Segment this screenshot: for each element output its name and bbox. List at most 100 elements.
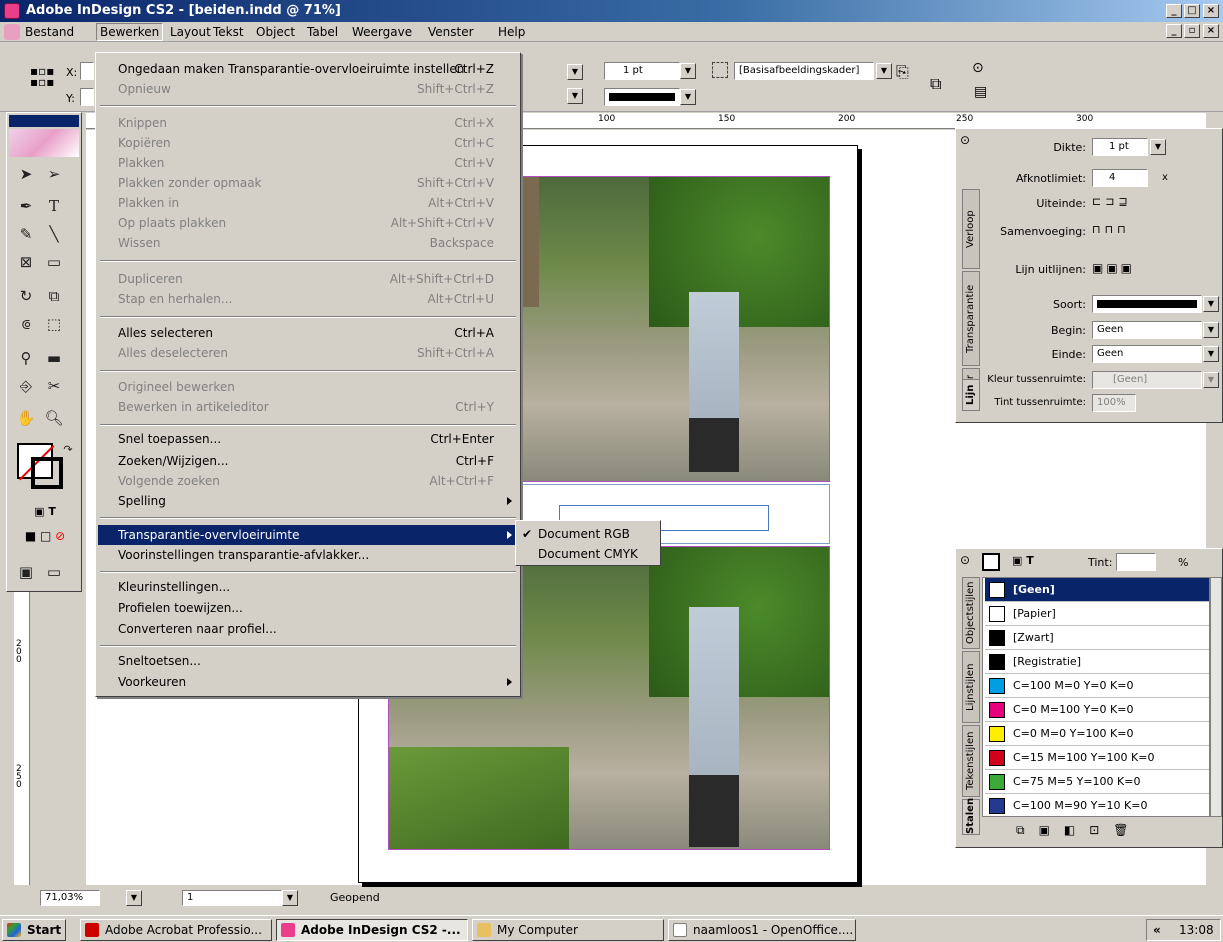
stroke-weight-dropdown[interactable]: ▼ [680,63,696,79]
soort-dropdown[interactable]: ▼ [1203,296,1219,312]
begin-dropdown[interactable]: ▼ [1203,322,1219,338]
menu-item-convert-to-profile[interactable]: Converteren naar profiel... [98,619,518,639]
scissors-tool-icon[interactable]: ✂ [43,375,65,397]
page-field[interactable]: 1 [182,890,282,906]
swatch-row[interactable]: C=15 M=100 Y=100 K=0 [985,746,1209,770]
tab-stalen[interactable]: Stalen [962,798,980,835]
rotate-tool-icon[interactable]: ↻ [15,285,37,307]
stroke-type-field[interactable] [604,88,680,106]
normal-view-mode-icon[interactable]: ▣ [15,561,37,583]
menu-item-paste[interactable]: Plakken Ctrl+V [98,153,518,173]
menu-weergave[interactable]: Weergave [349,25,415,39]
menu-tabel[interactable]: Tabel [304,25,341,39]
preview-mode-icon[interactable]: ▭ [43,561,65,583]
rectangle-frame-tool-icon[interactable]: ⊠ [15,251,37,273]
panel-menu-icon[interactable]: ⊙ [960,553,970,567]
menu-item-edit-original[interactable]: Origineel bewerken [98,377,518,397]
afknot-field[interactable]: 4 [1092,169,1148,187]
shear-tool-icon[interactable]: ⟃ [15,313,37,335]
swatch-row[interactable]: C=0 M=0 Y=100 K=0 [985,722,1209,746]
menu-item-step-and-repeat[interactable]: Stap en herhalen... Alt+Ctrl+U [98,289,518,309]
pen-tool-icon[interactable]: ✒ [15,195,37,217]
swatch-panel-buttons[interactable]: ⧉▣◧⊡🗑︎ [1016,823,1206,841]
panel-menu-icon[interactable]: ⊙ [972,60,984,76]
gradient-tool-icon[interactable]: ▬ [43,347,65,369]
menu-item-keyboard-shortcuts[interactable]: Sneltoetsen... [98,651,518,671]
direct-selection-tool-icon[interactable]: ➢ [43,163,65,185]
swatch-row[interactable]: [Geen] [985,578,1209,602]
menu-item-find-next[interactable]: Volgende zoeken Alt+Ctrl+F [98,471,518,491]
object-style-dropdown[interactable]: ▼ [876,63,892,79]
menu-item-paste-into[interactable]: Plakken in Alt+Ctrl+V [98,193,518,213]
reference-point-icon[interactable]: ▪▫▪ ▪▫▪ [30,65,54,88]
zoom-dropdown[interactable]: ▼ [126,890,142,906]
stroke-weight-field[interactable]: 1 pt [604,62,680,80]
swatch-row[interactable]: [Registratie] [985,650,1209,674]
menu-item-transparency-blend-space[interactable]: Transparantie-overvloeiruimte [98,525,518,545]
einde-field[interactable]: Geen [1092,345,1202,363]
tab-transparantie[interactable]: Transparantie [962,271,980,366]
menu-item-quick-apply[interactable]: Snel toepassen... Ctrl+Enter [98,429,518,449]
menu-item-paste-without-formatting[interactable]: Plakken zonder opmaak Shift+Ctrl+V [98,173,518,193]
object-style-field[interactable]: [Basisafbeeldingskader] [734,62,874,80]
menu-item-flattener-presets[interactable]: Voorinstellingen transparantie-afvlakker… [98,545,518,565]
stroke-swatch[interactable] [31,457,63,489]
swatch-row[interactable]: C=100 M=90 Y=10 K=0 [985,794,1209,816]
menu-item-clear[interactable]: Wissen Backspace [98,233,518,253]
zoom-tool-icon[interactable]: 🔍︎ [43,407,65,429]
tab-tekenstijlen[interactable]: Tekenstijlen [962,725,980,797]
line-tool-icon[interactable]: ╲ [43,223,65,245]
taskbar-item-indesign[interactable]: Adobe InDesign CS2 -... [276,919,468,941]
tint-tussenruimte-field[interactable]: 100% [1092,394,1136,412]
doc-close-button[interactable]: × [1203,24,1219,38]
eyedropper-tool-icon[interactable]: ⚲ [15,347,37,369]
title-bar[interactable]: Adobe InDesign CS2 - [beiden.indd @ 71%]… [0,0,1223,22]
minimize-button[interactable]: _ [1166,4,1182,18]
apply-none-icon[interactable]: ⊘ [55,529,65,543]
zoom-field[interactable]: 71,03% [40,890,100,906]
tint-field[interactable] [1116,553,1156,571]
free-transform-tool-icon[interactable]: ⬚ [43,313,65,335]
type-tool-icon[interactable]: T [43,195,65,217]
fitting-icon[interactable]: ⧉ [930,74,941,94]
menu-item-select-all[interactable]: Alles selecteren Ctrl+A [98,323,518,343]
page-dropdown[interactable]: ▼ [282,890,298,906]
submenu-item-document-cmyk[interactable]: Document CMYK [518,544,658,564]
menu-bestand[interactable]: Bestand [22,25,77,39]
swatch-scrollbar[interactable] [1210,577,1222,817]
dropdown-arrow[interactable]: ▼ [567,64,583,80]
taskbar-item-my-computer[interactable]: My Computer [472,919,664,941]
selection-tool-icon[interactable]: ➤ [15,163,37,185]
swatch-row[interactable]: [Papier] [985,602,1209,626]
swatch-row[interactable]: C=0 M=100 Y=0 K=0 [985,698,1209,722]
start-button[interactable]: Start [2,919,66,941]
swatch-row[interactable]: C=75 M=5 Y=100 K=0 [985,770,1209,794]
maximize-button[interactable]: □ [1184,4,1200,18]
menu-item-redo[interactable]: Opnieuw Shift+Ctrl+Z [98,79,518,99]
menu-item-deselect-all[interactable]: Alles deselecteren Shift+Ctrl+A [98,343,518,363]
panel-menu-icon[interactable]: ⊙ [960,133,970,147]
swatch-row[interactable]: [Zwart] [985,626,1209,650]
menu-bewerken[interactable]: Bewerken [96,23,164,41]
kleur-tussenruimte-dropdown[interactable]: ▼ [1203,372,1219,388]
x-field[interactable] [80,62,94,80]
button-tool-icon[interactable]: ⎆ [15,375,37,397]
join-buttons[interactable]: ⊓⊓⊓ [1092,223,1130,236]
menu-item-cut[interactable]: Knippen Ctrl+X [98,113,518,133]
adobe-logo-icon[interactable] [9,129,79,157]
notes-icon[interactable]: ▤ [974,84,987,100]
begin-field[interactable]: Geen [1092,321,1202,339]
menu-venster[interactable]: Venster [425,25,477,39]
menu-item-find-change[interactable]: Zoeken/Wijzigen... Ctrl+F [98,451,518,471]
toolbox-titlebar[interactable] [9,115,79,127]
einde-dropdown[interactable]: ▼ [1203,346,1219,362]
align-stroke-buttons[interactable]: ▣▣▣ [1092,261,1135,275]
apply-color-gradient-none[interactable]: ■ □ ⊘ [13,529,77,547]
container-text-toggle[interactable]: ▣ T [1012,554,1034,567]
y-field[interactable] [80,88,94,106]
soort-field[interactable] [1092,295,1202,313]
dikte-dropdown[interactable]: ▼ [1150,139,1166,155]
rectangle-tool-icon[interactable]: ▭ [43,251,65,273]
submenu-item-document-rgb[interactable]: ✔ Document RGB [518,524,658,544]
swatch-row[interactable]: C=100 M=0 Y=0 K=0 [985,674,1209,698]
